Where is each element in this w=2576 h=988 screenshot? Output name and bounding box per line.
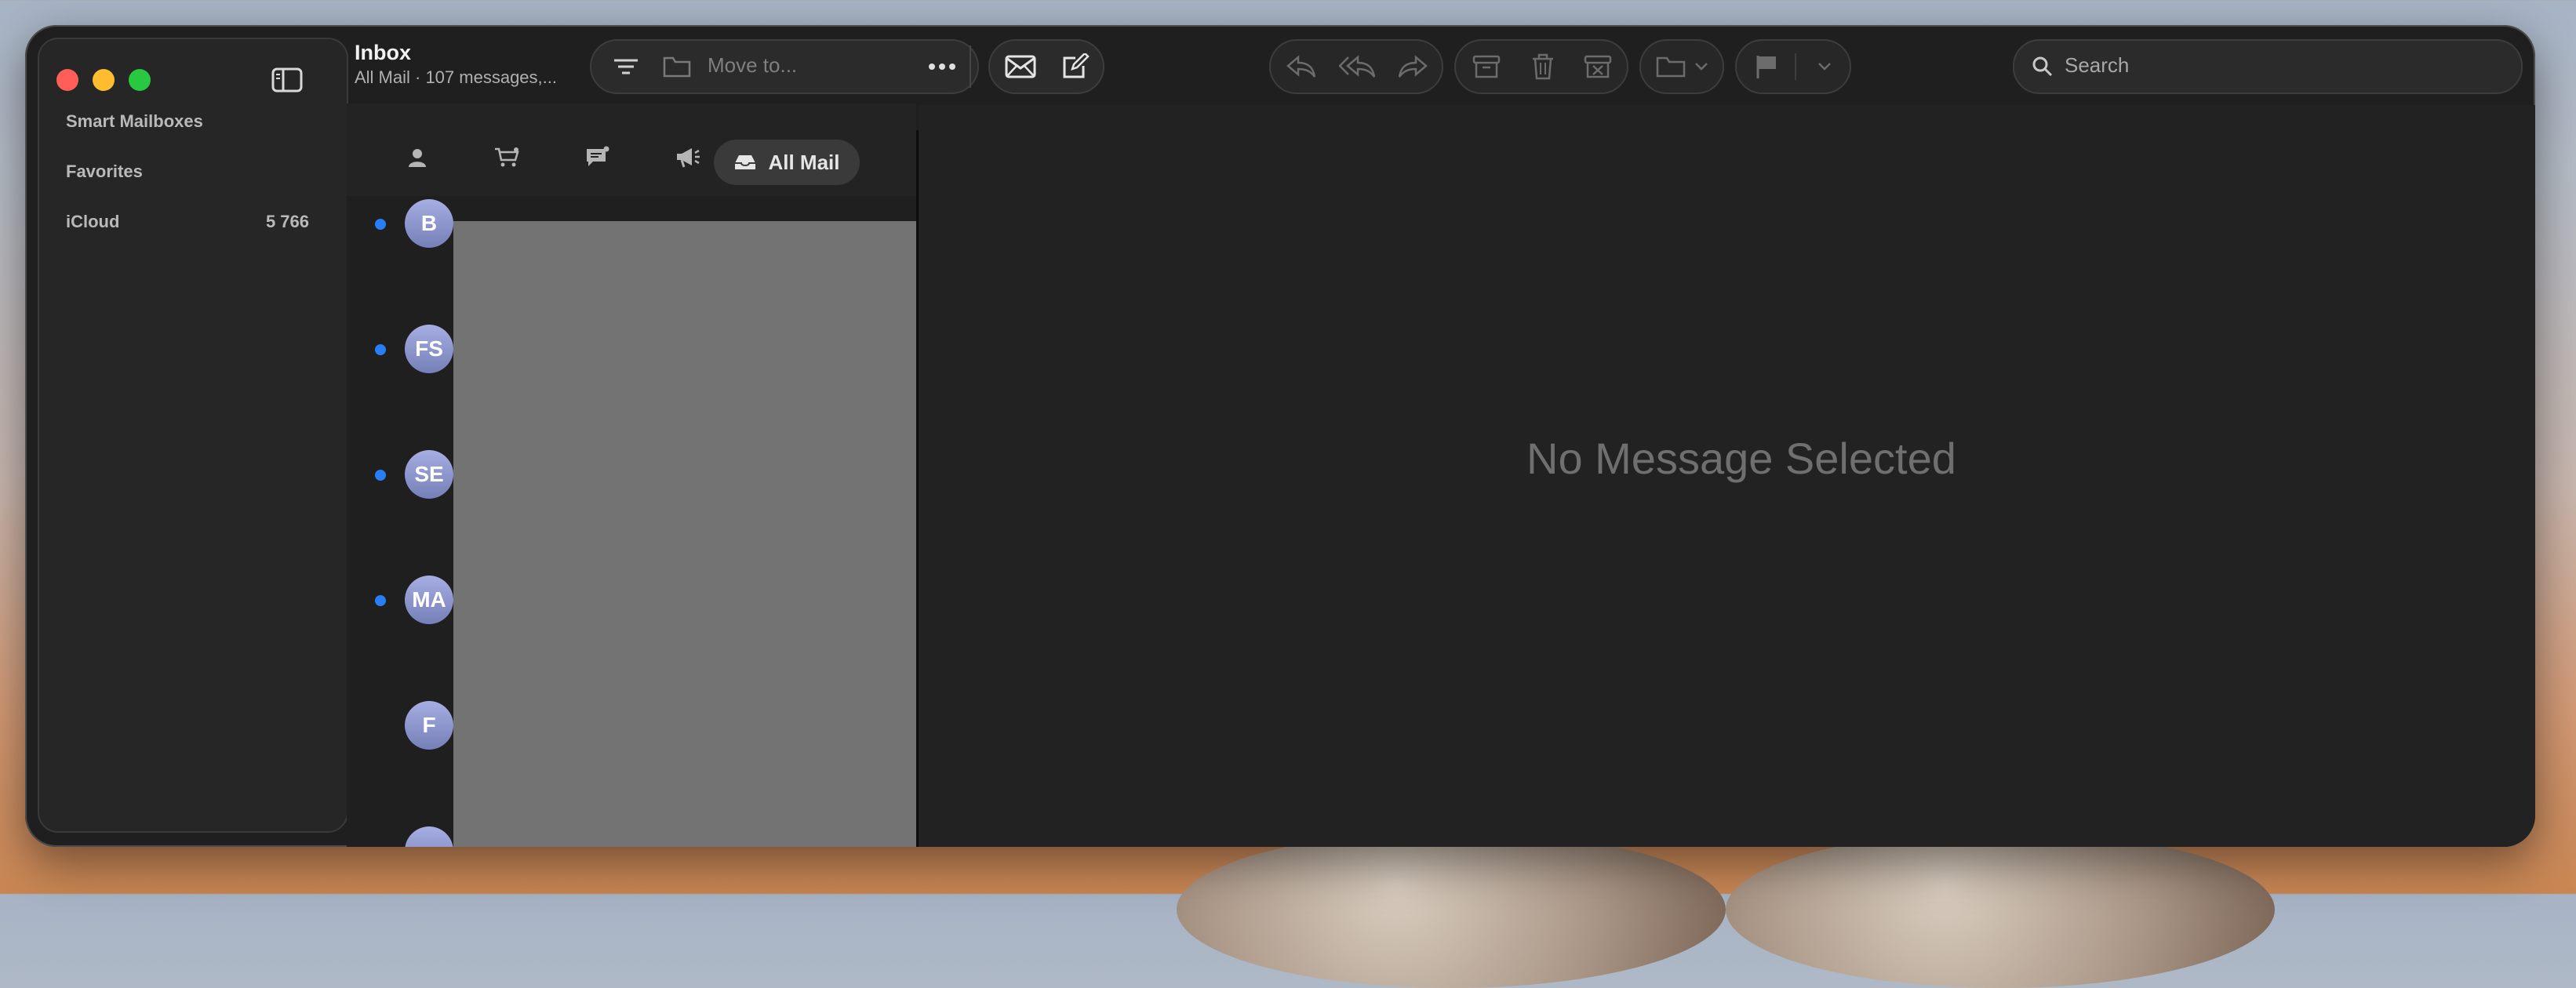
sidebar-item-label: iCloud: [66, 212, 120, 231]
unread-indicator: [375, 470, 386, 481]
folder-icon: [657, 41, 697, 93]
avatar: FS: [405, 325, 453, 373]
get-mail-icon[interactable]: [993, 41, 1048, 93]
more-icon[interactable]: [915, 41, 970, 93]
unread-indicator: [375, 344, 386, 355]
compose-group: [988, 39, 1104, 94]
sidebar-item-label: Smart Mailboxes: [66, 111, 203, 131]
primary-category-icon[interactable]: [394, 140, 441, 176]
sidebar-item-smart-mailboxes[interactable]: Smart Mailboxes: [66, 111, 203, 132]
move-to-field[interactable]: Move to...: [708, 53, 797, 78]
unread-indicator: [375, 219, 386, 230]
forward-icon[interactable]: [1387, 41, 1439, 93]
delete-group: [1454, 39, 1628, 94]
sidebar-toggle-icon[interactable]: [271, 67, 303, 93]
move-menu-button[interactable]: [1639, 39, 1724, 94]
zoom-window-button[interactable]: [129, 69, 151, 91]
avatar: F: [405, 701, 453, 750]
avatar: MA: [405, 576, 453, 624]
unread-indicator: [375, 595, 386, 606]
tray-icon: [735, 155, 756, 169]
all-mail-filter-button[interactable]: All Mail: [714, 140, 860, 185]
trash-icon[interactable]: [1517, 41, 1569, 93]
avatar: B: [405, 199, 453, 248]
transactions-category-icon[interactable]: [484, 140, 531, 176]
mailbox-subtitle: All Mail · 107 messages,...: [355, 67, 557, 87]
sidebar-item-favorites[interactable]: Favorites: [66, 162, 143, 182]
mail-window: Smart Mailboxes Favorites iCloud 5 766 I…: [25, 25, 2535, 847]
wallpaper-rock: [1177, 831, 1726, 988]
sidebar-item-label: Favorites: [66, 162, 143, 181]
flag-separator: [1795, 53, 1796, 80]
junk-icon[interactable]: [1572, 41, 1624, 93]
filter-icon[interactable]: [602, 41, 649, 93]
chevron-down-icon[interactable]: [1801, 41, 1848, 93]
minimize-window-button[interactable]: [93, 69, 115, 91]
search-placeholder: Search: [2065, 53, 2130, 77]
promotions-category-icon[interactable]: [664, 140, 711, 176]
chevron-down-icon: [1690, 41, 1713, 93]
reply-icon[interactable]: [1275, 41, 1327, 93]
message-list-content-redacted: [453, 221, 916, 847]
sidebar-item-icloud[interactable]: iCloud 5 766: [66, 212, 309, 232]
mailbox-title: Inbox: [355, 41, 411, 64]
no-message-selected-label: No Message Selected: [1526, 434, 1956, 483]
archive-icon[interactable]: [1461, 41, 1512, 93]
search-icon: [2027, 41, 2058, 93]
flag-group: [1735, 39, 1851, 94]
compose-icon[interactable]: [1048, 41, 1103, 93]
all-mail-label: All Mail: [768, 150, 840, 174]
unread-count: 5 766: [265, 212, 309, 231]
reply-all-icon[interactable]: [1330, 41, 1385, 93]
toolbar-separator: [970, 45, 971, 88]
flag-icon[interactable]: [1743, 41, 1790, 93]
updates-category-icon[interactable]: [574, 140, 621, 176]
folder-icon: [1652, 41, 1690, 93]
avatar: SE: [405, 450, 453, 499]
reply-group: [1269, 39, 1443, 94]
close-window-button[interactable]: [56, 69, 78, 91]
sidebar: Smart Mailboxes Favorites iCloud 5 766: [38, 38, 348, 833]
wallpaper-rock: [1726, 831, 2275, 988]
